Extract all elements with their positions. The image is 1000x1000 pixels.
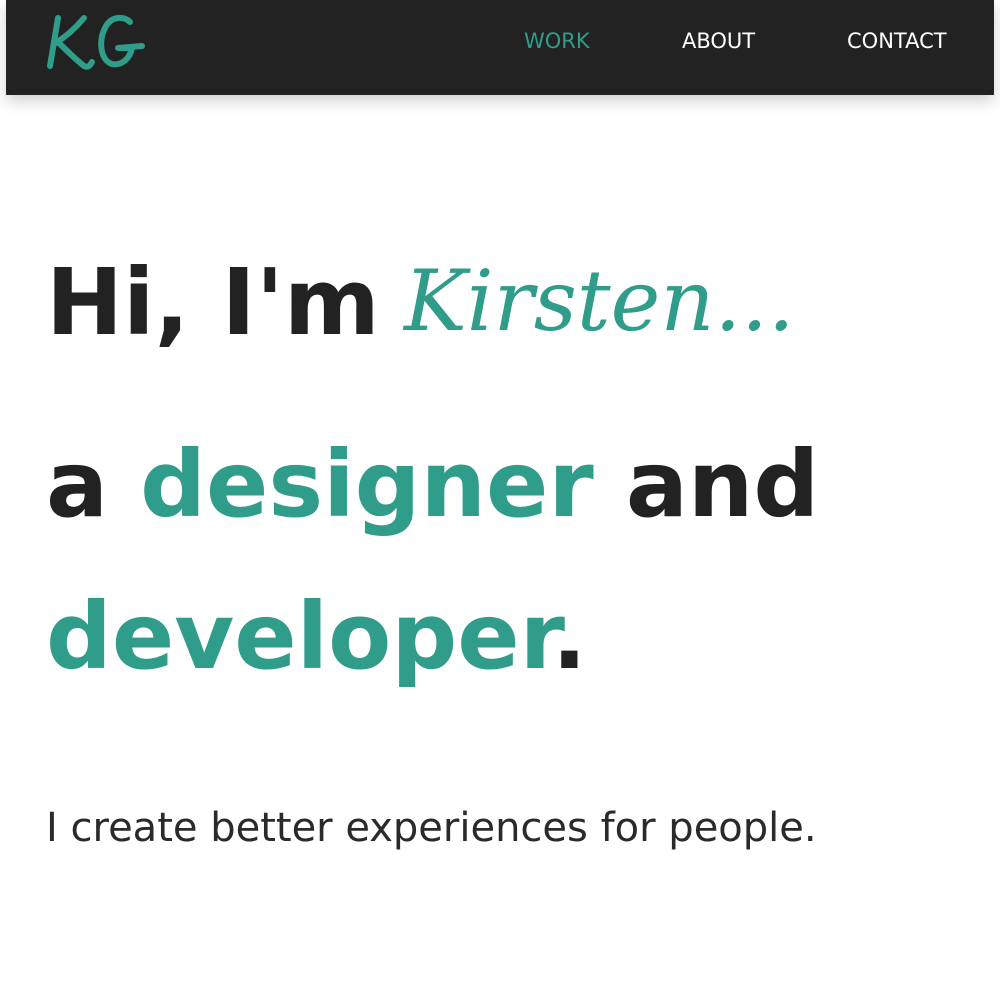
hero-line-designer: a designer and (46, 430, 819, 540)
page: WORK ABOUT CONTACT Hi, I'm Kirsten... a … (0, 0, 1000, 1000)
hero-greeting-line: Hi, I'm (46, 248, 380, 358)
hero-tagline: I create better experiences for people. (46, 805, 817, 851)
top-navigation-bar: WORK ABOUT CONTACT (6, 0, 994, 95)
hero-period: . (551, 583, 587, 690)
nav-link-about[interactable]: ABOUT (682, 27, 755, 55)
kg-logo-icon (47, 14, 145, 70)
hero-line2-prefix: a (46, 431, 109, 538)
hero-developer-word: developer (46, 583, 552, 690)
hero-name: Kirsten... (402, 252, 795, 350)
hero-line-developer: developer. (46, 582, 587, 692)
logo[interactable] (44, 4, 154, 74)
hero-greeting: Hi, I'm (46, 249, 380, 356)
nav-link-work[interactable]: WORK (524, 27, 590, 55)
hero-line2-suffix: and (625, 431, 820, 538)
nav-link-contact[interactable]: CONTACT (847, 27, 947, 55)
hero-designer-word: designer (140, 431, 594, 538)
hero-name-script: Kirsten... (400, 248, 800, 358)
